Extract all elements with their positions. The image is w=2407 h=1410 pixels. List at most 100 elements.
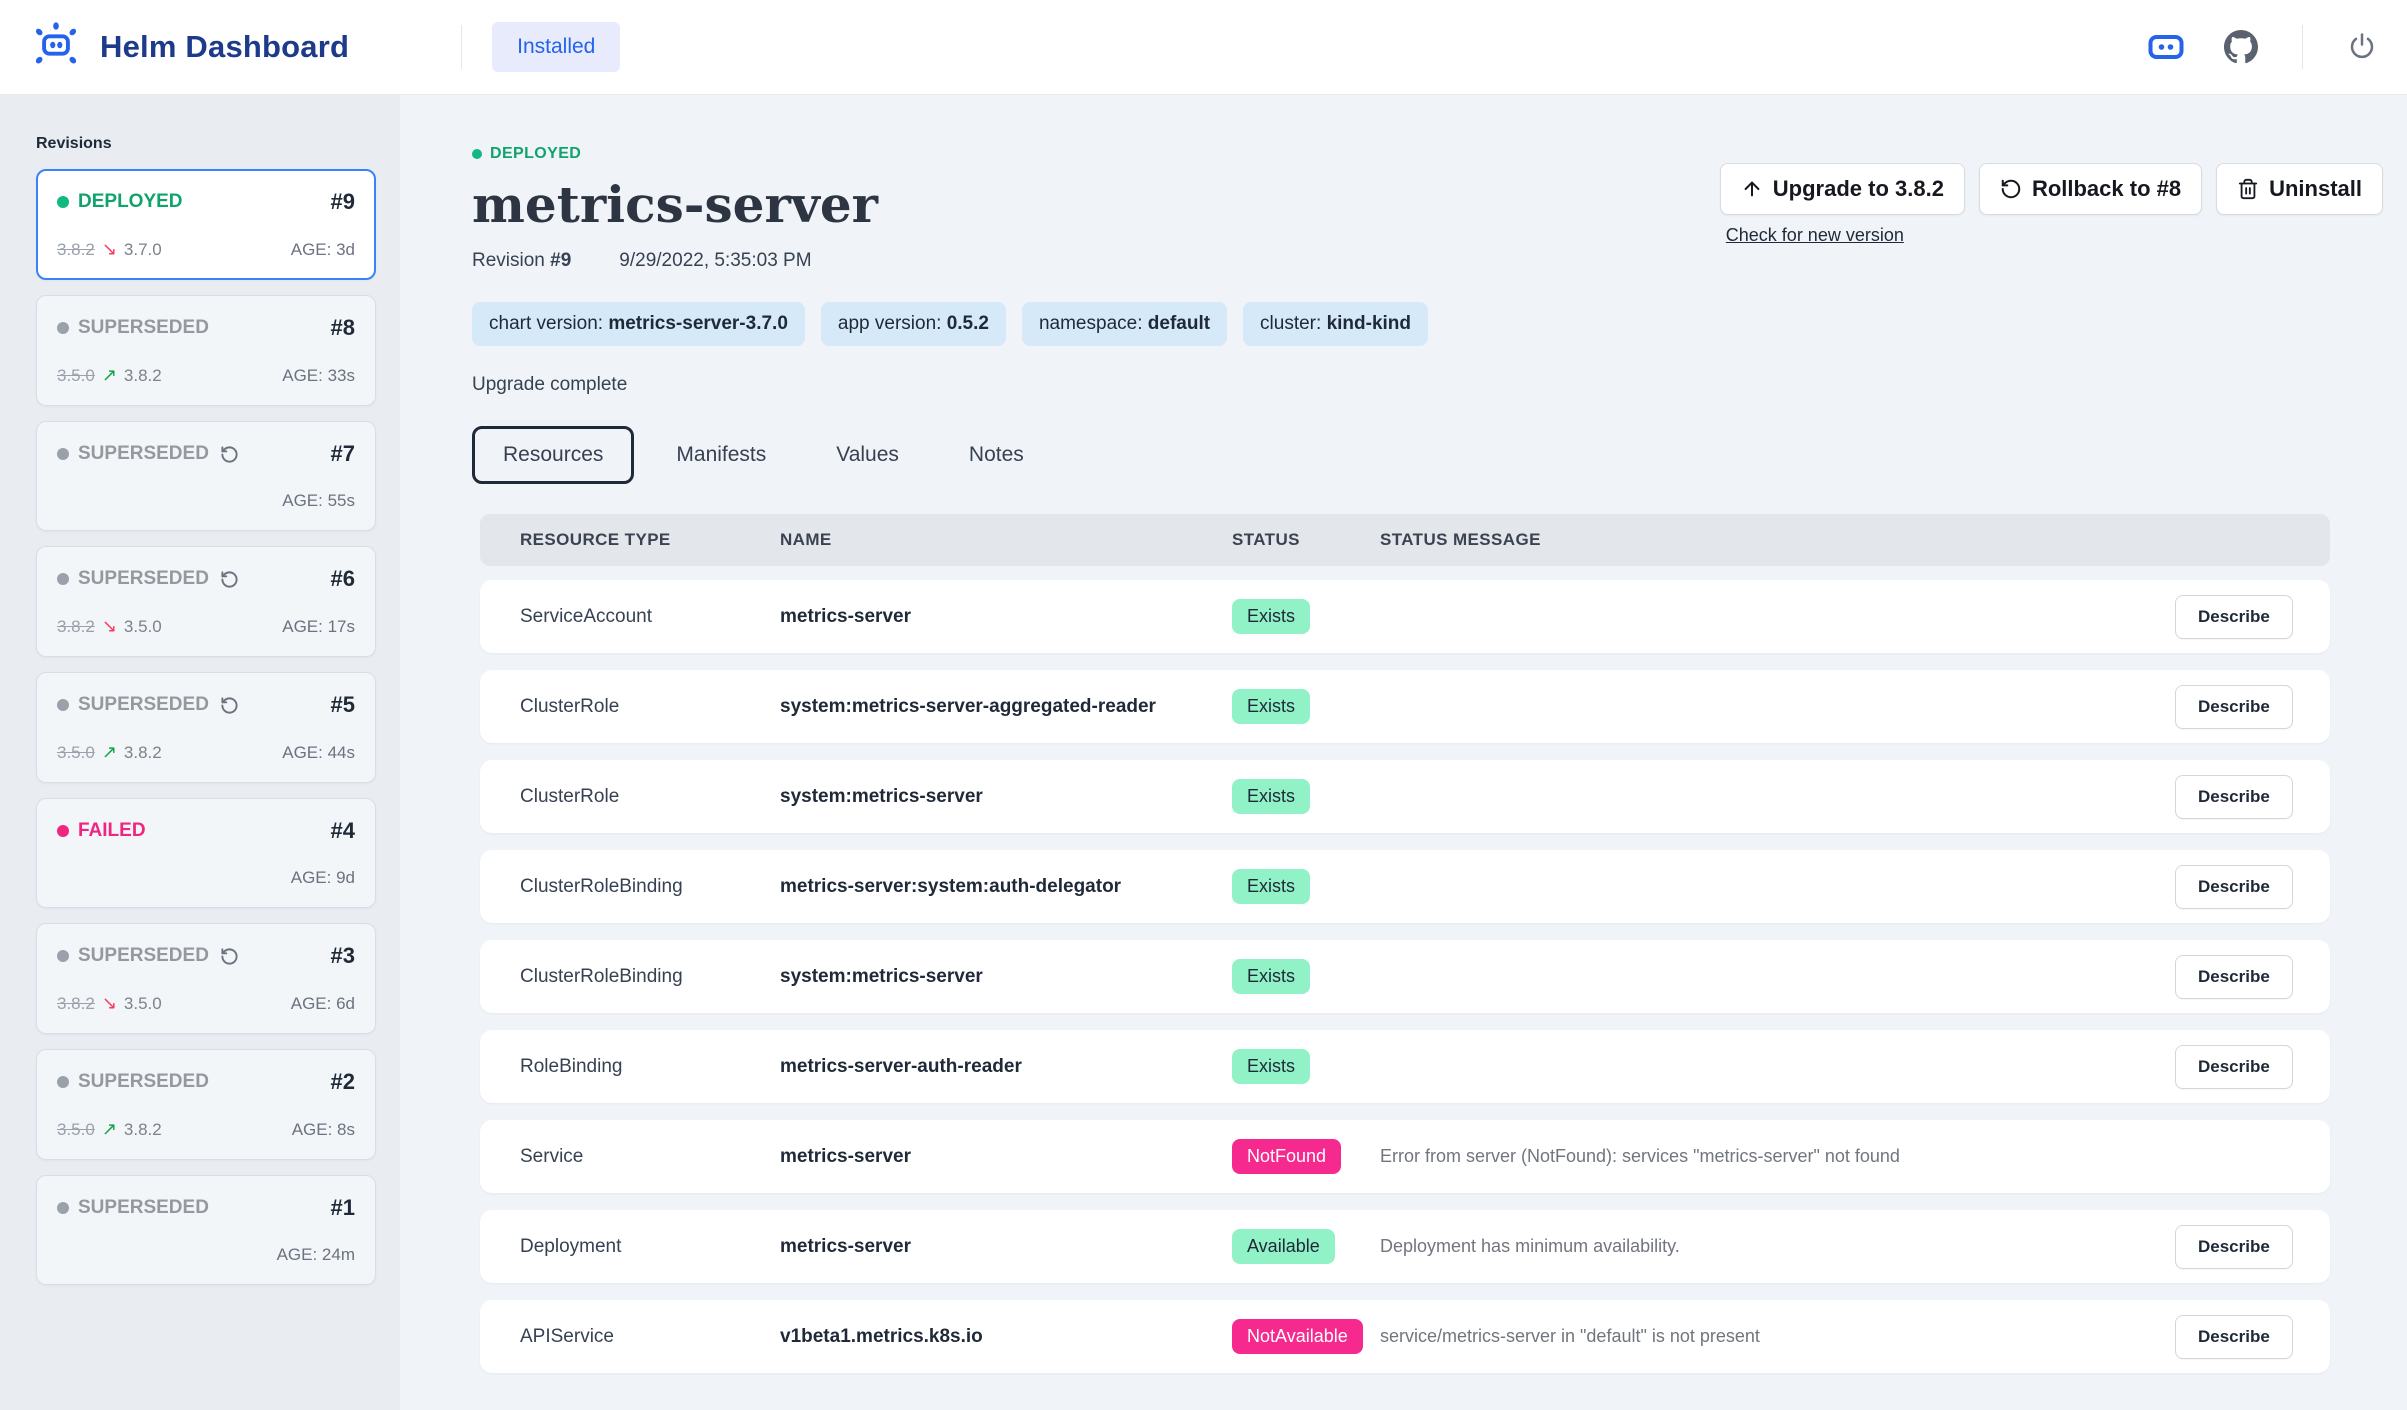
- revision-card[interactable]: SUPERSEDED #7: [36, 421, 376, 531]
- status-dot-icon: [57, 322, 69, 334]
- status-message: service/metrics-server in "default" is n…: [1380, 1326, 2175, 1347]
- revision-status: SUPERSEDED: [57, 1197, 209, 1219]
- revision-version-change: 3.5.0 ↗ 3.8.2: [57, 1119, 162, 1140]
- version-change-arrow-icon: ↗: [102, 742, 117, 763]
- revision-card[interactable]: SUPERSEDED #3 3.8.2 ↘ 3.5.0: [36, 923, 376, 1034]
- describe-button[interactable]: Describe: [2175, 1315, 2293, 1359]
- tab-bar: Resources Manifests Values Notes: [472, 426, 2407, 484]
- status-badge: Exists: [1232, 1049, 1310, 1084]
- revision-version-change: 3.8.2 ↘ 3.5.0: [57, 993, 162, 1014]
- check-new-version-link[interactable]: Check for new version: [1726, 225, 1904, 246]
- old-version: 3.8.2: [57, 617, 95, 637]
- app-header: Helm Dashboard Installed: [0, 0, 2407, 95]
- nav-installed-tab[interactable]: Installed: [492, 22, 620, 72]
- release-detail: Upgrade to 3.8.2 Rollback to #8: [400, 95, 2407, 1410]
- tab[interactable]: Values: [808, 429, 927, 481]
- revisions-heading: Revisions: [36, 135, 376, 153]
- col-status-message: Status message: [1380, 530, 2175, 550]
- revision-number: #6: [331, 566, 355, 592]
- describe-button[interactable]: Describe: [2175, 1225, 2293, 1269]
- release-meta: Revision #9 9/29/2022, 5:35:03 PM: [472, 250, 2407, 272]
- revision-number: #9: [550, 250, 571, 272]
- revision-card[interactable]: DEPLOYED #9 3.8.2 ↘ 3.7.0: [36, 169, 376, 280]
- tab[interactable]: Resources: [472, 426, 634, 484]
- resource-type: Deployment: [480, 1236, 780, 1258]
- version-change-arrow-icon: ↗: [102, 365, 117, 386]
- resource-type: ClusterRole: [480, 696, 780, 718]
- table-row: Deployment metrics-server Available Depl…: [480, 1210, 2330, 1283]
- revision-version-change: 3.8.2 ↘ 3.5.0: [57, 616, 162, 637]
- resource-type: ClusterRoleBinding: [480, 966, 780, 988]
- revision-version-change: 3.5.0 ↗ 3.8.2: [57, 742, 162, 763]
- old-version: 3.5.0: [57, 1120, 95, 1140]
- revision-card[interactable]: SUPERSEDED #6 3.8.2 ↘ 3.5.0: [36, 546, 376, 657]
- revision-age: AGE: 8s: [292, 1120, 355, 1140]
- github-icon[interactable]: [2224, 30, 2258, 64]
- resource-name: metrics-server: [780, 1146, 1232, 1168]
- resource-name: system:metrics-server-aggregated-reader: [780, 696, 1232, 718]
- describe-button[interactable]: Describe: [2175, 955, 2293, 999]
- describe-button[interactable]: Describe: [2175, 775, 2293, 819]
- release-note: Upgrade complete: [472, 374, 2407, 396]
- revision-age: AGE: 17s: [282, 617, 355, 637]
- status-dot-icon: [472, 149, 482, 159]
- revision-number: #9: [331, 189, 355, 215]
- resource-name: metrics-server-auth-reader: [780, 1056, 1232, 1078]
- revision-number: #1: [331, 1195, 355, 1221]
- tab[interactable]: Manifests: [648, 429, 794, 481]
- power-icon[interactable]: [2347, 32, 2377, 62]
- table-row: ClusterRoleBinding metrics-server:system…: [480, 850, 2330, 923]
- new-version: 3.5.0: [124, 994, 162, 1014]
- status-message: Deployment has minimum availability.: [1380, 1236, 2175, 1257]
- revision-status: SUPERSEDED: [57, 317, 209, 339]
- header-divider: [2302, 25, 2303, 69]
- revision-age: AGE: 6d: [291, 994, 355, 1014]
- revision-status-label: FAILED: [78, 820, 146, 842]
- status-badge: Exists: [1232, 869, 1310, 904]
- robot-icon: [30, 21, 82, 74]
- info-chip: chart version: metrics-server-3.7.0: [472, 302, 805, 346]
- new-version: 3.8.2: [124, 366, 162, 386]
- info-chip: namespace: default: [1022, 302, 1227, 346]
- table-row: APIService v1beta1.metrics.k8s.io NotAva…: [480, 1300, 2330, 1373]
- revision-card[interactable]: SUPERSEDED #5 3.5.0 ↗ 3.8.2: [36, 672, 376, 783]
- describe-button[interactable]: Describe: [2175, 865, 2293, 909]
- revision-status-label: SUPERSEDED: [78, 694, 209, 716]
- resources-table: Resource type Name Status Status message…: [480, 514, 2330, 1373]
- revision-status: DEPLOYED: [57, 191, 183, 213]
- revision-list: DEPLOYED #9 3.8.2 ↘ 3.7.0: [36, 169, 376, 1285]
- reload-icon: [220, 696, 239, 715]
- revision-status: FAILED: [57, 820, 146, 842]
- revision-label: Revision: [472, 250, 545, 272]
- release-chips: chart version: metrics-server-3.7.0 app …: [472, 302, 2407, 346]
- revision-card[interactable]: FAILED #4: [36, 798, 376, 908]
- table-row: Service metrics-server NotFound Error fr…: [480, 1120, 2330, 1193]
- brand[interactable]: Helm Dashboard: [30, 21, 349, 74]
- revision-status: SUPERSEDED: [57, 945, 239, 967]
- reload-icon: [220, 570, 239, 589]
- revision-card[interactable]: SUPERSEDED #2 3.5.0 ↗ 3.8.2: [36, 1049, 376, 1160]
- table-header-row: Resource type Name Status Status message: [480, 514, 2330, 566]
- describe-button[interactable]: Describe: [2175, 1045, 2293, 1089]
- table-row: ClusterRoleBinding system:metrics-server…: [480, 940, 2330, 1013]
- release-date: 9/29/2022, 5:35:03 PM: [619, 250, 811, 272]
- info-chip: cluster: kind-kind: [1243, 302, 1428, 346]
- status-badge: Exists: [1232, 599, 1310, 634]
- status-badge: Exists: [1232, 689, 1310, 724]
- revision-status-label: SUPERSEDED: [78, 568, 209, 590]
- resource-name: system:metrics-server: [780, 966, 1232, 988]
- describe-button[interactable]: Describe: [2175, 595, 2293, 639]
- describe-button[interactable]: Describe: [2175, 685, 2293, 729]
- info-chip: app version: 0.5.2: [821, 302, 1006, 346]
- revision-status: SUPERSEDED: [57, 1071, 209, 1093]
- uninstall-button[interactable]: Uninstall: [2216, 163, 2383, 215]
- revision-card[interactable]: SUPERSEDED #8 3.5.0 ↗ 3.8.2: [36, 295, 376, 406]
- resource-name: v1beta1.metrics.k8s.io: [780, 1326, 1232, 1348]
- revision-card[interactable]: SUPERSEDED #1: [36, 1175, 376, 1285]
- bot-icon[interactable]: [2148, 33, 2184, 61]
- upgrade-button[interactable]: Upgrade to 3.8.2: [1720, 163, 1965, 215]
- status-dot-icon: [57, 699, 69, 711]
- revision-age: AGE: 3d: [291, 240, 355, 260]
- tab[interactable]: Notes: [941, 429, 1052, 481]
- rollback-button[interactable]: Rollback to #8: [1979, 163, 2202, 215]
